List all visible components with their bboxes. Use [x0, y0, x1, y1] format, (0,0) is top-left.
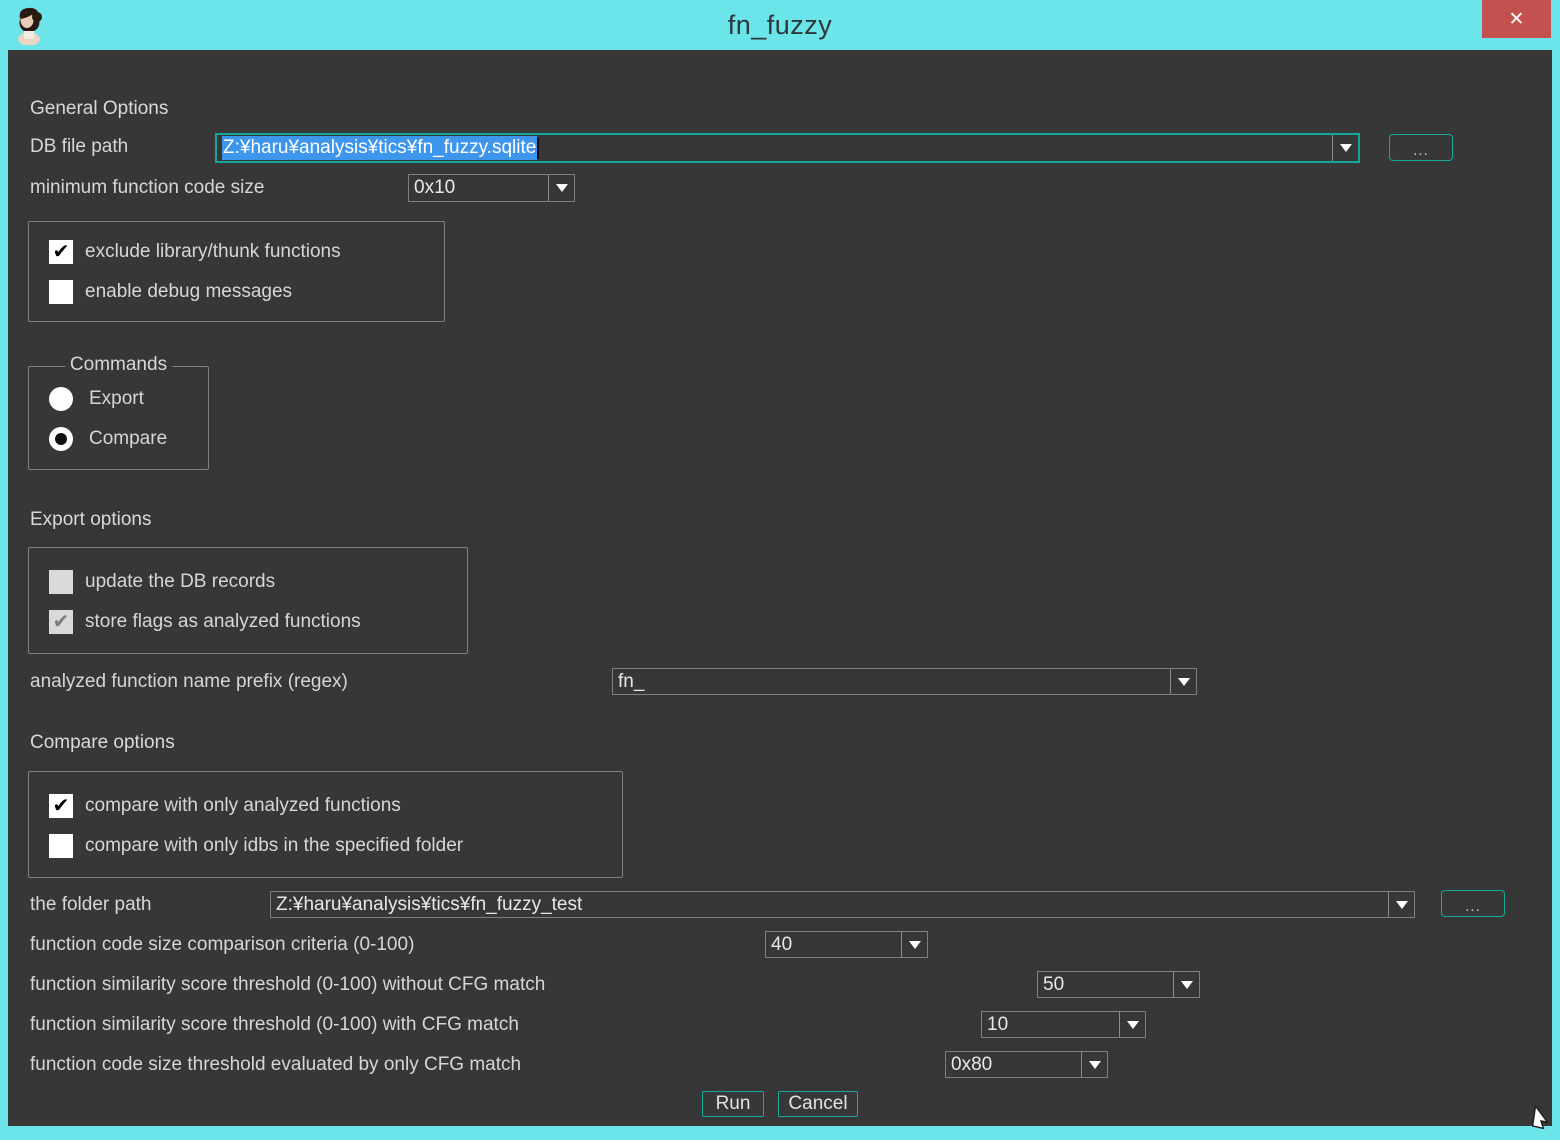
checkbox-label: update the DB records	[85, 571, 275, 593]
threshold-with-cfg-label: function similarity score threshold (0-1…	[30, 1013, 519, 1037]
criteria-label: function code size comparison criteria (…	[30, 933, 414, 957]
commands-groupbox: Commands Export Compare	[28, 366, 209, 470]
chevron-down-icon[interactable]	[901, 932, 927, 957]
chevron-down-icon[interactable]	[548, 175, 574, 201]
general-checkbox-group: ✔ exclude library/thunk functions enable…	[28, 221, 445, 322]
compare-options-heading: Compare options	[30, 731, 175, 755]
radio-label: Compare	[89, 428, 167, 450]
db-file-path-combobox[interactable]: Z:¥haru¥analysis¥tics¥fn_fuzzy.sqlite	[215, 133, 1360, 163]
chevron-down-icon[interactable]	[1173, 972, 1199, 997]
checkbox-label: compare with only analyzed functions	[85, 795, 401, 817]
chevron-down-icon[interactable]	[1170, 669, 1196, 694]
chevron-down-icon[interactable]	[1388, 892, 1414, 917]
mouse-cursor-icon	[1532, 1103, 1554, 1134]
radio-label: Export	[89, 388, 144, 410]
prefix-label: analyzed function name prefix (regex)	[30, 670, 348, 694]
checkbox-row[interactable]: enable debug messages	[49, 280, 444, 304]
general-options-heading: General Options	[30, 97, 168, 121]
checkbox-unchecked[interactable]	[49, 834, 73, 858]
export-checkbox-group: update the DB records ✔ store flags as a…	[28, 547, 468, 654]
text-caret	[537, 138, 539, 159]
close-button[interactable]: ✕	[1482, 0, 1551, 38]
checkbox-row[interactable]: update the DB records	[49, 570, 467, 594]
size-threshold-cfg-label: function code size threshold evaluated b…	[30, 1053, 521, 1077]
chevron-down-icon[interactable]	[1119, 1012, 1145, 1037]
folder-path-browse-button[interactable]: ...	[1441, 890, 1505, 917]
checkbox-label: exclude library/thunk functions	[85, 241, 341, 263]
checkbox-label: enable debug messages	[85, 281, 292, 303]
db-path-browse-button[interactable]: ...	[1389, 134, 1453, 161]
folder-path-combobox[interactable]: Z:¥haru¥analysis¥tics¥fn_fuzzy_test	[270, 891, 1415, 918]
radio-compare-selected[interactable]	[49, 427, 73, 451]
checkbox-label: store flags as analyzed functions	[85, 611, 361, 633]
checkbox-label: compare with only idbs in the specified …	[85, 835, 463, 857]
criteria-dropdown[interactable]: 40	[765, 931, 928, 958]
folder-path-label: the folder path	[30, 893, 151, 917]
radio-row[interactable]: Export	[49, 387, 208, 411]
run-button[interactable]: Run	[702, 1091, 764, 1117]
prefix-combobox[interactable]: fn_	[612, 668, 1197, 695]
chevron-down-icon[interactable]	[1332, 135, 1358, 161]
chevron-down-icon[interactable]	[1081, 1052, 1107, 1077]
db-file-path-value[interactable]: Z:¥haru¥analysis¥tics¥fn_fuzzy.sqlite	[217, 135, 1332, 161]
checkbox-checked[interactable]: ✔	[49, 794, 73, 818]
checkbox-checked-disabled[interactable]: ✔	[49, 610, 73, 634]
checkbox-row[interactable]: ✔ store flags as analyzed functions	[49, 610, 467, 634]
threshold-without-cfg-dropdown[interactable]: 50	[1037, 971, 1200, 998]
compare-checkbox-group: ✔ compare with only analyzed functions c…	[28, 771, 623, 878]
db-file-path-label: DB file path	[30, 135, 128, 159]
checkbox-checked[interactable]: ✔	[49, 240, 73, 264]
checkbox-row[interactable]: compare with only idbs in the specified …	[49, 834, 622, 858]
threshold-without-cfg-label: function similarity score threshold (0-1…	[30, 973, 545, 997]
check-icon: ✔	[53, 794, 70, 818]
dialog-body: General Options DB file path Z:¥haru¥ana…	[8, 50, 1552, 1126]
close-icon: ✕	[1509, 10, 1525, 29]
check-icon: ✔	[53, 240, 70, 264]
app-icon	[14, 5, 44, 45]
checkbox-unchecked-disabled[interactable]	[49, 570, 73, 594]
radio-export[interactable]	[49, 387, 73, 411]
window-title: fn_fuzzy	[728, 10, 833, 41]
cancel-button[interactable]: Cancel	[778, 1091, 858, 1117]
checkbox-row[interactable]: ✔ compare with only analyzed functions	[49, 794, 622, 818]
titlebar[interactable]: fn_fuzzy ✕	[0, 0, 1560, 50]
checkbox-unchecked[interactable]	[49, 280, 73, 304]
commands-legend: Commands	[65, 354, 172, 376]
threshold-with-cfg-dropdown[interactable]: 10	[981, 1011, 1146, 1038]
radio-row[interactable]: Compare	[49, 427, 208, 451]
checkbox-row[interactable]: ✔ exclude library/thunk functions	[49, 240, 444, 264]
min-code-size-label: minimum function code size	[30, 176, 264, 200]
size-threshold-cfg-dropdown[interactable]: 0x80	[945, 1051, 1108, 1078]
min-code-size-dropdown[interactable]: 0x10	[408, 174, 575, 202]
fn-fuzzy-window: fn_fuzzy ✕ General Options DB file path …	[0, 0, 1560, 1140]
export-options-heading: Export options	[30, 508, 151, 532]
check-icon: ✔	[53, 610, 70, 634]
